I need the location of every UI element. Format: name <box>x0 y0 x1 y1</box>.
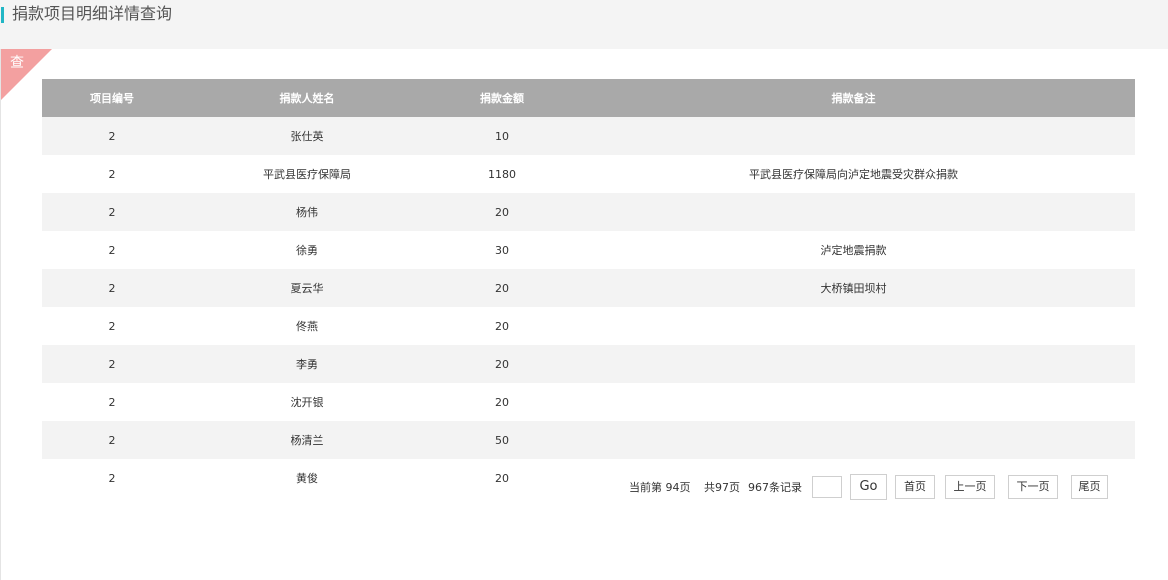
cell-donor-name: 夏云华 <box>182 269 432 307</box>
page-header: 捐款项目明细详情查询 <box>0 0 1168 49</box>
go-button[interactable]: Go <box>850 474 887 500</box>
page: 捐款项目明细详情查询 查 项目编号 捐款人姓名 捐款金额 捐款备注 2 张仕英 10… <box>0 0 1168 580</box>
cell-project-id: 2 <box>42 155 182 193</box>
cell-project-id: 2 <box>42 307 182 345</box>
donation-table: 项目编号 捐款人姓名 捐款金额 捐款备注 2 张仕英 10 2 平武县医疗保障局 1180… <box>42 79 1135 497</box>
total-pages-text: 共97页 <box>704 481 740 494</box>
cell-remark <box>572 383 1135 421</box>
cell-remark <box>572 345 1135 383</box>
cell-donor-name: 李勇 <box>182 345 432 383</box>
cell-project-id: 2 <box>42 117 182 155</box>
title-accent-bar <box>1 7 4 23</box>
cell-project-id: 2 <box>42 269 182 307</box>
table-row: 2 沈开银 20 <box>42 383 1135 421</box>
cell-remark: 平武县医疗保障局向泸定地震受灾群众捐款 <box>572 155 1135 193</box>
cell-remark <box>572 307 1135 345</box>
cell-amount: 20 <box>432 307 572 345</box>
table-row: 2 李勇 20 <box>42 345 1135 383</box>
table-row: 2 徐勇 30 泸定地震捐款 <box>42 231 1135 269</box>
column-header-donor-name: 捐款人姓名 <box>182 79 432 117</box>
table-row: 2 夏云华 20 大桥镇田坝村 <box>42 269 1135 307</box>
pagination: 当前第 94页 共97页 967条记录 Go 首页 上一页 下一页 尾页 <box>0 474 1168 501</box>
cell-amount: 20 <box>432 383 572 421</box>
page-number-input[interactable] <box>812 476 842 498</box>
cell-remark: 泸定地震捐款 <box>572 231 1135 269</box>
cell-donor-name: 张仕英 <box>182 117 432 155</box>
page-title: 捐款项目明细详情查询 <box>12 4 173 23</box>
table-header-row: 项目编号 捐款人姓名 捐款金额 捐款备注 <box>42 79 1135 117</box>
prev-page-button[interactable]: 上一页 <box>945 475 995 499</box>
cell-remark <box>572 421 1135 459</box>
cell-donor-name: 平武县医疗保障局 <box>182 155 432 193</box>
corner-badge-label: 查 <box>10 55 24 71</box>
table-row: 2 杨清兰 50 <box>42 421 1135 459</box>
cell-amount: 20 <box>432 345 572 383</box>
cell-donor-name: 杨清兰 <box>182 421 432 459</box>
cell-donor-name: 徐勇 <box>182 231 432 269</box>
cell-amount: 20 <box>432 193 572 231</box>
column-header-remark: 捐款备注 <box>572 79 1135 117</box>
cell-remark: 大桥镇田坝村 <box>572 269 1135 307</box>
column-header-amount: 捐款金额 <box>432 79 572 117</box>
cell-donor-name: 佟燕 <box>182 307 432 345</box>
first-page-button[interactable]: 首页 <box>895 475 935 499</box>
cell-amount: 20 <box>432 269 572 307</box>
cell-amount: 10 <box>432 117 572 155</box>
table-row: 2 张仕英 10 <box>42 117 1135 155</box>
cell-project-id: 2 <box>42 383 182 421</box>
cell-remark <box>572 193 1135 231</box>
cell-amount: 1180 <box>432 155 572 193</box>
cell-amount: 50 <box>432 421 572 459</box>
current-page-text: 当前第 94页 <box>629 481 691 494</box>
cell-project-id: 2 <box>42 231 182 269</box>
table-body: 2 张仕英 10 2 平武县医疗保障局 1180 平武县医疗保障局向泸定地震受灾群众捐款 2 杨… <box>42 117 1135 497</box>
table-row: 2 佟燕 20 <box>42 307 1135 345</box>
cell-amount: 30 <box>432 231 572 269</box>
cell-project-id: 2 <box>42 193 182 231</box>
table-row: 2 平武县医疗保障局 1180 平武县医疗保障局向泸定地震受灾群众捐款 <box>42 155 1135 193</box>
total-records-text: 967条记录 <box>748 481 802 494</box>
table-row: 2 杨伟 20 <box>42 193 1135 231</box>
cell-project-id: 2 <box>42 345 182 383</box>
cell-remark <box>572 117 1135 155</box>
column-header-project-id: 项目编号 <box>42 79 182 117</box>
cell-donor-name: 杨伟 <box>182 193 432 231</box>
cell-donor-name: 沈开银 <box>182 383 432 421</box>
last-page-button[interactable]: 尾页 <box>1071 475 1108 499</box>
cell-project-id: 2 <box>42 421 182 459</box>
next-page-button[interactable]: 下一页 <box>1008 475 1058 499</box>
